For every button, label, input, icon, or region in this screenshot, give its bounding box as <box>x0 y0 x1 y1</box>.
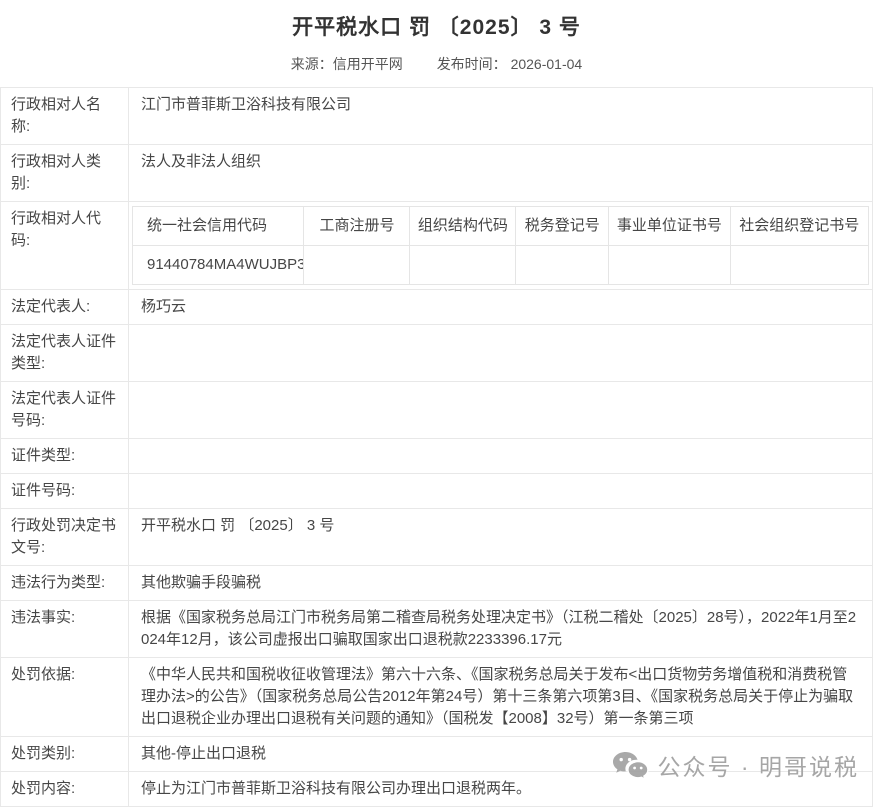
publish-time-value: 2026-01-04 <box>511 56 583 72</box>
row-penalty-basis: 处罚依据: 《中华人民共和国税收征收管理法》第六十六条、《国家税务总局关于发布<… <box>1 658 873 737</box>
legal-representative-value: 杨巧云 <box>129 290 873 325</box>
penalty-category-value: 其他-停止出口退税 <box>129 737 873 772</box>
code-value-org-code <box>410 246 516 285</box>
code-header-org-code: 组织结构代码 <box>410 207 516 246</box>
party-type-value: 法人及非法人组织 <box>129 145 873 202</box>
row-party-name: 行政相对人名称: 江门市普菲斯卫浴科技有限公司 <box>1 88 873 145</box>
legal-rep-id-type-label: 法定代表人证件类型: <box>1 325 129 382</box>
row-party-codes: 行政相对人代码: 统一社会信用代码 工商注册号 组织结构代码 税务登记号 事业单… <box>1 202 873 290</box>
party-type-label: 行政相对人类别: <box>1 145 129 202</box>
party-codes-value-row: 91440784MA4WUJBP3F <box>133 246 869 285</box>
penalty-detail-table: 行政相对人名称: 江门市普菲斯卫浴科技有限公司 行政相对人类别: 法人及非法人组… <box>0 87 873 807</box>
legal-rep-id-number-label: 法定代表人证件号码: <box>1 382 129 439</box>
id-type-label: 证件类型: <box>1 439 129 474</box>
code-value-social-org-reg <box>730 246 868 285</box>
decision-doc-number-value: 开平税水口 罚 〔2025〕 3 号 <box>129 509 873 566</box>
row-penalty-content: 处罚内容: 停止为江门市普菲斯卫浴科技有限公司办理出口退税两年。 <box>1 772 873 807</box>
decision-doc-number-label: 行政处罚决定书文号: <box>1 509 129 566</box>
violation-facts-label: 违法事实: <box>1 601 129 658</box>
penalty-basis-value: 《中华人民共和国税收征收管理法》第六十六条、《国家税务总局关于发布<出口货物劳务… <box>129 658 873 737</box>
party-codes-cell: 统一社会信用代码 工商注册号 组织结构代码 税务登记号 事业单位证书号 社会组织… <box>129 202 873 290</box>
page-title: 开平税水口 罚 〔2025〕 3 号 <box>0 0 873 42</box>
party-name-value: 江门市普菲斯卫浴科技有限公司 <box>129 88 873 145</box>
penalty-basis-label: 处罚依据: <box>1 658 129 737</box>
id-number-value <box>129 474 873 509</box>
violation-type-value: 其他欺骗手段骗税 <box>129 566 873 601</box>
row-party-type: 行政相对人类别: 法人及非法人组织 <box>1 145 873 202</box>
party-codes-header-row: 统一社会信用代码 工商注册号 组织结构代码 税务登记号 事业单位证书号 社会组织… <box>133 207 869 246</box>
code-header-social-org-reg: 社会组织登记书号 <box>730 207 868 246</box>
penalty-category-label: 处罚类别: <box>1 737 129 772</box>
row-penalty-category: 处罚类别: 其他-停止出口退税 <box>1 737 873 772</box>
id-number-label: 证件号码: <box>1 474 129 509</box>
row-legal-rep-id-number: 法定代表人证件号码: <box>1 382 873 439</box>
code-header-uscc: 统一社会信用代码 <box>133 207 304 246</box>
code-value-business-reg <box>304 246 410 285</box>
code-value-uscc: 91440784MA4WUJBP3F <box>133 246 304 285</box>
row-violation-facts: 违法事实: 根据《国家税务总局江门市税务局第二稽查局税务处理决定书》（江税二稽处… <box>1 601 873 658</box>
penalty-content-label: 处罚内容: <box>1 772 129 807</box>
code-header-institution-cert: 事业单位证书号 <box>609 207 730 246</box>
source-info: 来源：信用开平网 <box>291 56 403 72</box>
code-value-institution-cert <box>609 246 730 285</box>
legal-rep-id-number-value <box>129 382 873 439</box>
source-value: 信用开平网 <box>333 56 403 72</box>
id-type-value <box>129 439 873 474</box>
row-id-type: 证件类型: <box>1 439 873 474</box>
party-name-label: 行政相对人名称: <box>1 88 129 145</box>
publish-time-info: 发布时间： 2026-01-04 <box>437 56 583 72</box>
legal-rep-id-type-value <box>129 325 873 382</box>
row-legal-rep-id-type: 法定代表人证件类型: <box>1 325 873 382</box>
penalty-content-value: 停止为江门市普菲斯卫浴科技有限公司办理出口退税两年。 <box>129 772 873 807</box>
legal-representative-label: 法定代表人: <box>1 290 129 325</box>
party-codes-table: 统一社会信用代码 工商注册号 组织结构代码 税务登记号 事业单位证书号 社会组织… <box>132 206 869 285</box>
doc-meta: 来源：信用开平网 发布时间： 2026-01-04 <box>0 54 873 74</box>
row-legal-representative: 法定代表人: 杨巧云 <box>1 290 873 325</box>
row-violation-type: 违法行为类型: 其他欺骗手段骗税 <box>1 566 873 601</box>
source-label: 来源： <box>291 56 333 72</box>
code-header-business-reg: 工商注册号 <box>304 207 410 246</box>
publish-time-label: 发布时间： <box>437 56 507 72</box>
violation-type-label: 违法行为类型: <box>1 566 129 601</box>
row-id-number: 证件号码: <box>1 474 873 509</box>
violation-facts-value: 根据《国家税务总局江门市税务局第二稽查局税务处理决定书》（江税二稽处〔2025〕… <box>129 601 873 658</box>
code-value-tax-reg <box>516 246 609 285</box>
code-header-tax-reg: 税务登记号 <box>516 207 609 246</box>
row-decision-doc-number: 行政处罚决定书文号: 开平税水口 罚 〔2025〕 3 号 <box>1 509 873 566</box>
party-codes-label: 行政相对人代码: <box>1 202 129 290</box>
